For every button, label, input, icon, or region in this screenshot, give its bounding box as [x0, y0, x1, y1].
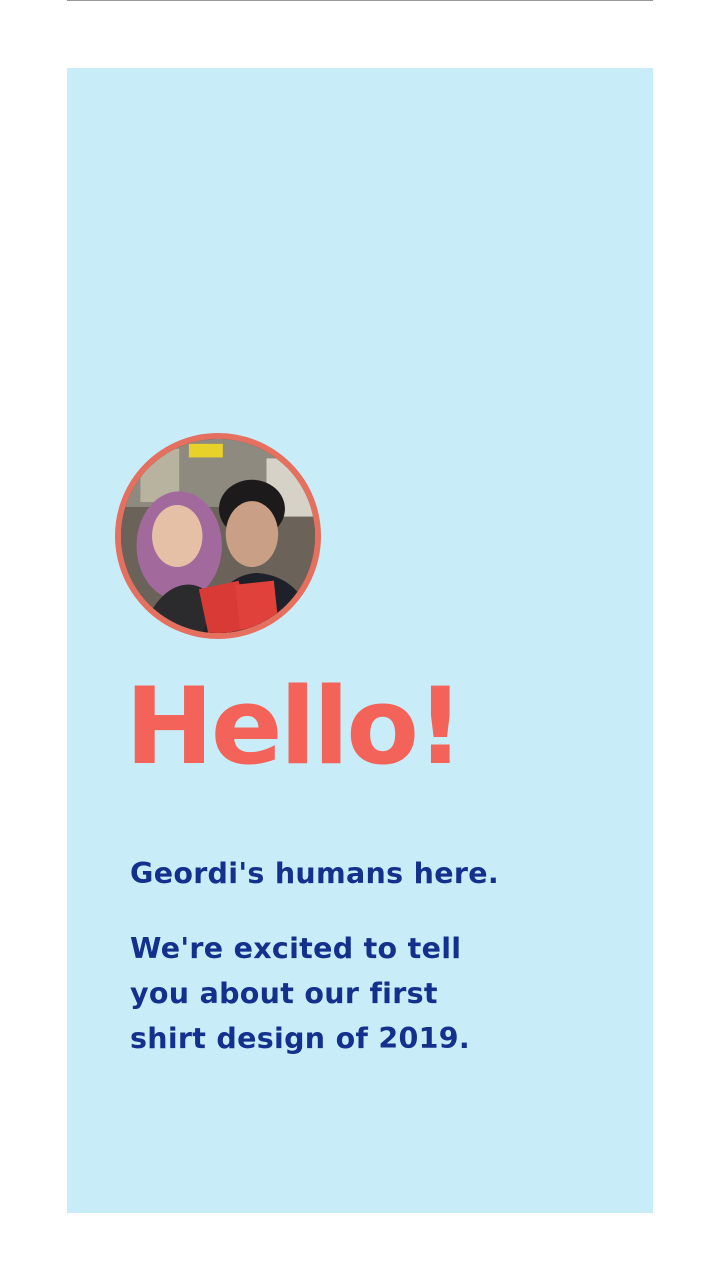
announcement-line: We're excited to tell [130, 932, 462, 965]
hello-heading: Hello! [125, 665, 464, 788]
announcement-text: We're excited to tell you about our firs… [130, 926, 510, 1061]
announcement-line: shirt design of 2019. [130, 1022, 471, 1055]
top-divider [67, 0, 653, 1]
couple-photo-icon [121, 439, 315, 633]
story-card: Hello! Geordi's humans here. We're excit… [67, 68, 653, 1213]
announcement-line: you about our first [130, 977, 438, 1010]
profile-photo-avatar [115, 433, 321, 639]
intro-text: Geordi's humans here. [130, 857, 499, 890]
